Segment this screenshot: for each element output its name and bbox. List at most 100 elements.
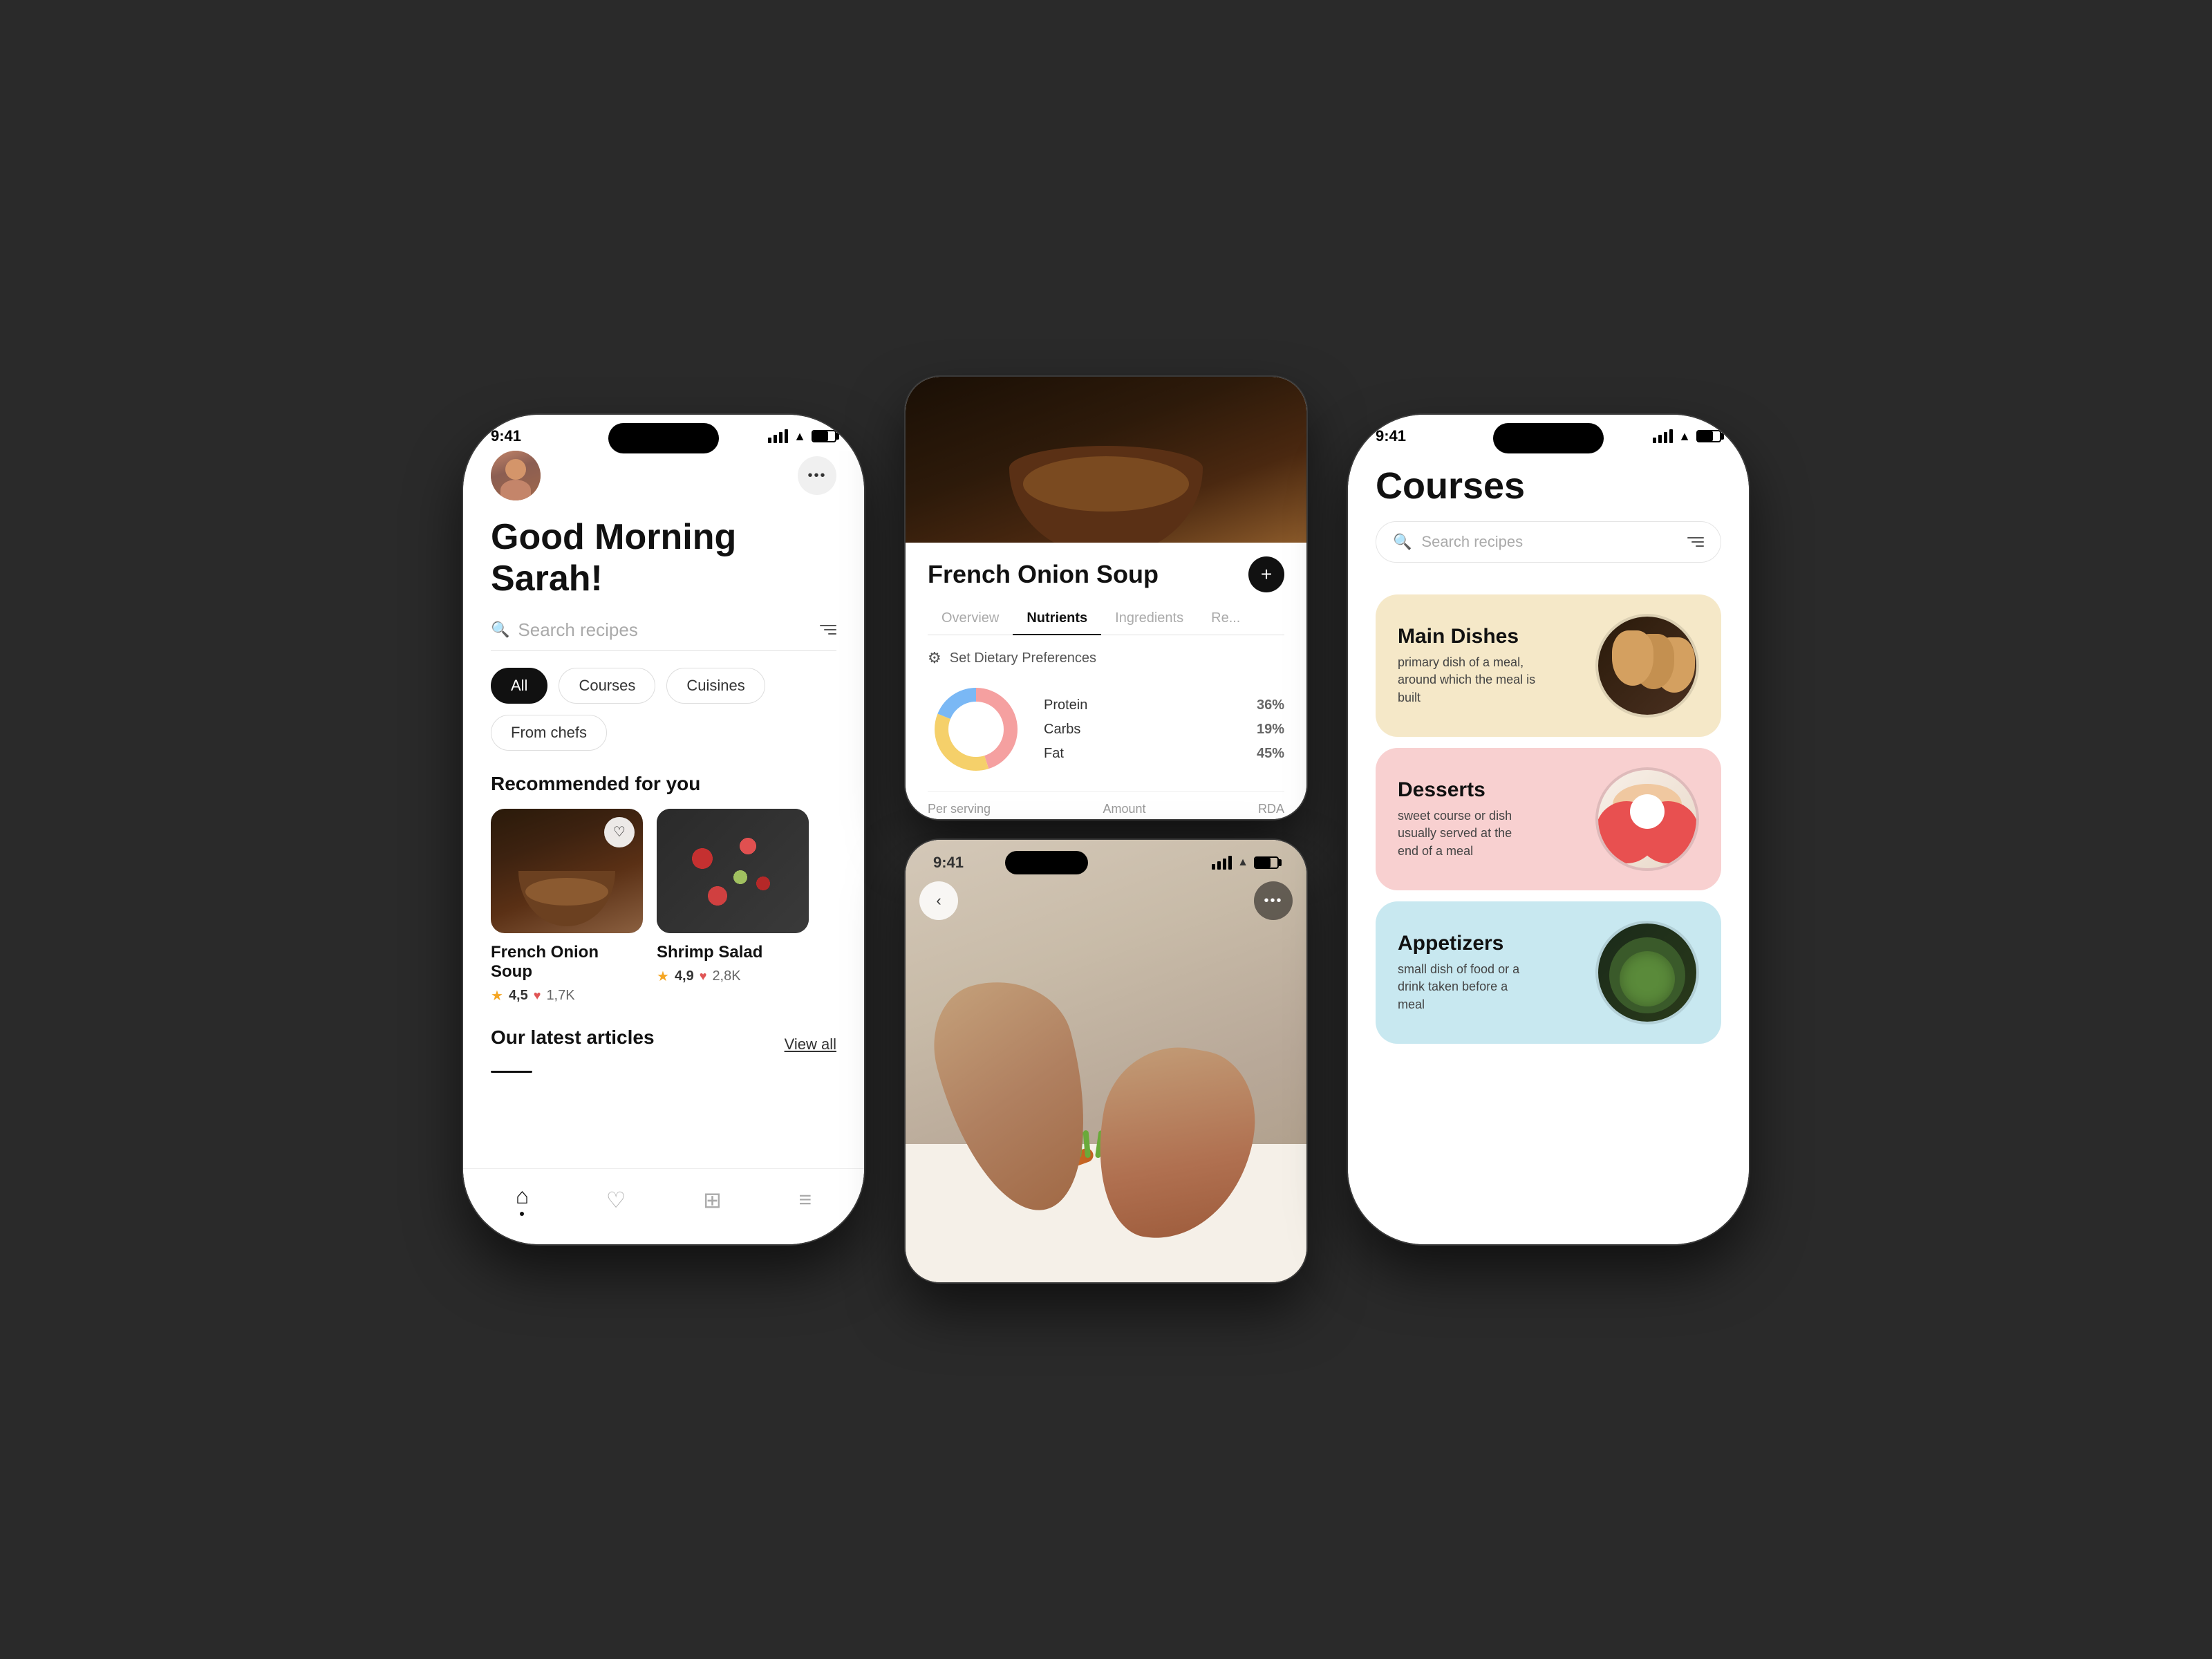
center-bottom-screen: 9:41 ▲ (906, 840, 1306, 1282)
likes-soup: 1,7K (546, 988, 574, 1004)
courses-search-bar[interactable]: 🔍 Search recipes (1376, 521, 1721, 563)
recipe-meta-soup: ★ 4,5 ♥ 1,7K (491, 987, 643, 1004)
course-name-desserts: Desserts (1398, 778, 1595, 802)
recipe-card-shrimp[interactable]: Shrimp Salad ★ 4,9 ♥ 2,8K (657, 809, 809, 1004)
course-info-appetizers: Appetizers small dish of food or a drink… (1398, 932, 1595, 1013)
phone-center-bottom: 9:41 ▲ (906, 840, 1306, 1282)
dynamic-island-left (608, 423, 719, 453)
articles-section-title: Our latest articles (491, 1027, 655, 1049)
chip-cuisines[interactable]: Cuisines (666, 668, 765, 704)
filter-icon-left[interactable] (820, 625, 836, 635)
recipe-cards-row: ♡ French Onion Soup ★ 4,5 ♥ 1,7K (491, 809, 836, 1004)
recipe-detail-content: French Onion Soup + Overview Nutrients I… (906, 543, 1306, 819)
wifi-icon-left: ▲ (794, 429, 806, 444)
recipe-card-soup[interactable]: ♡ French Onion Soup ★ 4,5 ♥ 1,7K (491, 809, 643, 1004)
course-desc-appetizers: small dish of food or a drink taken befo… (1398, 961, 1536, 1013)
add-button[interactable]: + (1248, 556, 1284, 592)
signal-bars-right (1653, 429, 1673, 443)
nav-list[interactable]: ≡ (799, 1187, 812, 1212)
carbs-label: Carbs (1044, 722, 1080, 738)
protein-pct: 36% (1257, 697, 1284, 713)
time-left: 9:41 (491, 427, 521, 445)
phone-center-top: French Onion Soup + Overview Nutrients I… (906, 377, 1306, 819)
nav-active-indicator (520, 1212, 524, 1216)
appetizers-image (1598, 924, 1696, 1022)
bottom-nav: ⌂ ♡ ⊞ ≡ (463, 1168, 864, 1244)
fat-label: Fat (1044, 746, 1064, 762)
tab-overview[interactable]: Overview (928, 603, 1013, 635)
recipe-name-soup: French Onion Soup (491, 943, 643, 982)
search-placeholder-right: Search recipes (1421, 533, 1678, 551)
status-icons-right: ▲ (1653, 429, 1721, 444)
favorite-button-soup[interactable]: ♡ (604, 817, 635, 847)
status-icons-left: ▲ (768, 429, 836, 444)
nutrient-list: Protein 36% Carbs 19% Fat 45% (1044, 693, 1284, 766)
nutrient-protein: Protein 36% (1044, 693, 1284, 718)
recipe-detail-title: French Onion Soup (928, 560, 1159, 589)
signal-bar-2 (774, 435, 777, 443)
battery-icon-video (1254, 856, 1279, 869)
avatar[interactable] (491, 451, 541, 500)
recipe-detail-header: French Onion Soup + (928, 556, 1284, 592)
tab-ingredients[interactable]: Ingredients (1101, 603, 1197, 635)
chip-from-chefs[interactable]: From chefs (491, 715, 607, 751)
rating-shrimp: 4,9 (675, 968, 694, 984)
chip-all[interactable]: All (491, 668, 547, 704)
avatar-image (491, 451, 541, 500)
course-card-appetizers[interactable]: Appetizers small dish of food or a drink… (1376, 901, 1721, 1044)
center-bottom-content: 9:41 ▲ (906, 840, 1306, 1282)
dietary-row[interactable]: ⚙ Set Dietary Preferences (928, 649, 1284, 667)
battery-icon-left (812, 430, 836, 442)
star-icon-soup: ★ (491, 987, 503, 1004)
signal-bars-video (1212, 856, 1232, 870)
course-card-desserts[interactable]: Desserts sweet course or dish usually se… (1376, 748, 1721, 890)
search-icon-left: 🔍 (491, 621, 509, 639)
back-button[interactable]: ‹ (919, 881, 958, 920)
heart-icon-soup: ♥ (534, 988, 541, 1003)
view-all-link[interactable]: View all (785, 1035, 836, 1053)
center-phones: French Onion Soup + Overview Nutrients I… (906, 377, 1306, 1282)
gear-icon: ⚙ (928, 649, 941, 667)
per-serving-table: Per serving Amount RDA Calories 440 N/A (928, 791, 1284, 819)
rda-label: RDA (1258, 802, 1284, 816)
article-underline (491, 1071, 532, 1073)
signal-bars-left (768, 429, 788, 443)
more-button-video[interactable]: ••• (1254, 881, 1293, 920)
dietary-label: Set Dietary Preferences (950, 650, 1096, 666)
left-screen: 9:41 ▲ (463, 415, 864, 1244)
more-button[interactable]: ••• (798, 456, 836, 495)
course-card-main[interactable]: Main Dishes primary dish of a meal, arou… (1376, 594, 1721, 737)
nav-favorites[interactable]: ♡ (606, 1187, 626, 1213)
video-controls: ‹ ••• (919, 881, 1293, 920)
filter-icon-right[interactable] (1687, 537, 1704, 547)
nav-grid[interactable]: ⊞ (703, 1187, 722, 1213)
wifi-icon-video: ▲ (1237, 856, 1248, 869)
course-info-main: Main Dishes primary dish of a meal, arou… (1398, 625, 1595, 706)
chip-courses[interactable]: Courses (559, 668, 655, 704)
course-image-appetizers (1595, 921, 1699, 1024)
search-bar-left[interactable]: 🔍 Search recipes (491, 619, 836, 651)
course-name-main: Main Dishes (1398, 625, 1595, 648)
phone-right: 9:41 ▲ Courses (1348, 415, 1749, 1244)
signal-bar-1 (768, 438, 771, 443)
star-icon-shrimp: ★ (657, 968, 669, 985)
table-header: Per serving Amount RDA (928, 802, 1284, 816)
nav-home[interactable]: ⌂ (516, 1183, 529, 1216)
nutrient-carbs: Carbs 19% (1044, 718, 1284, 742)
tab-nutrients[interactable]: Nutrients (1013, 603, 1101, 635)
recipe-hero-image (906, 377, 1306, 543)
rating-soup: 4,5 (509, 988, 528, 1004)
battery-icon-right (1696, 430, 1721, 442)
signal-bar-4 (785, 429, 788, 443)
wifi-icon-right: ▲ (1678, 429, 1691, 444)
nutrients-section: Protein 36% Carbs 19% Fat 45% (928, 681, 1284, 778)
recipe-image-soup: ♡ (491, 809, 643, 933)
course-desc-desserts: sweet course or dish usually served at t… (1398, 807, 1536, 860)
soup-bowl-decoration (518, 871, 615, 926)
center-top-content: French Onion Soup + Overview Nutrients I… (906, 377, 1306, 819)
courses-title: Courses (1376, 465, 1721, 507)
amount-label: Amount (1103, 802, 1145, 816)
courses-list: Main Dishes primary dish of a meal, arou… (1348, 588, 1749, 1051)
phone-left: 9:41 ▲ (463, 415, 864, 1244)
tab-reviews[interactable]: Re... (1197, 603, 1254, 635)
